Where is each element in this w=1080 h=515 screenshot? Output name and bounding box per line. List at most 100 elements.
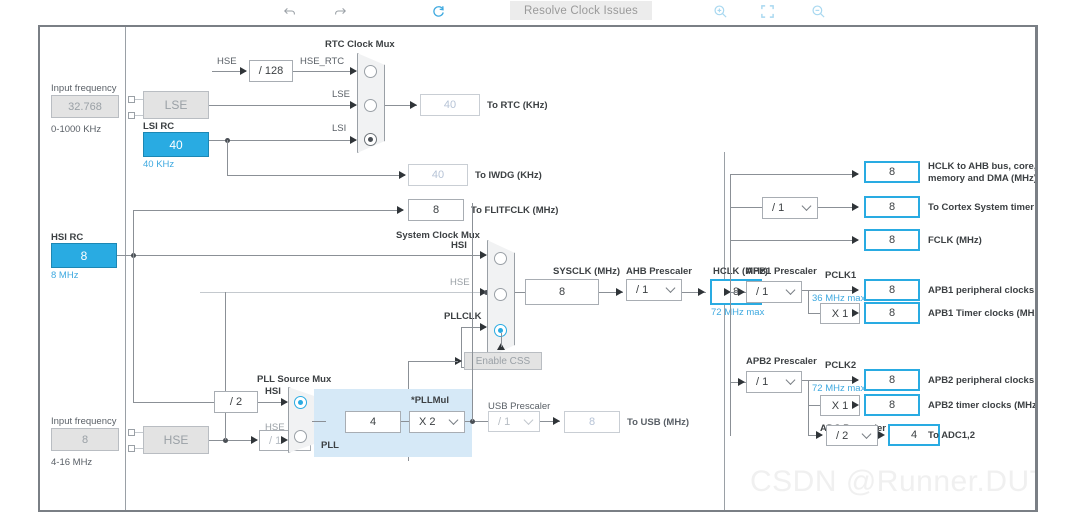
to-usb-value: 8	[564, 411, 620, 433]
hse-rtc-divider: / 128	[249, 60, 293, 82]
rtc-clock-mux-title: RTC Clock Mux	[325, 39, 395, 50]
apb2-prescaler-select[interactable]: / 1	[746, 371, 802, 393]
adc-prescaler-select[interactable]: / 2	[826, 425, 878, 446]
chevron-down-icon	[801, 201, 812, 211]
apb2-prescaler-title: APB2 Prescaler	[746, 356, 817, 367]
pllmul-select[interactable]: X 2	[409, 411, 465, 433]
divider-right	[724, 152, 725, 510]
sysclk-value: 8	[525, 279, 599, 305]
pllmul-title: *PLLMul	[411, 395, 449, 406]
pll-mux-hsi-label: HSI	[265, 386, 281, 397]
apb2-timer-clocks-label: APB2 timer clocks (MHz)	[928, 400, 1038, 411]
lsi-rc-sub: 40 KHz	[143, 159, 175, 170]
pll-mux-hse-label: HSE	[265, 422, 285, 433]
adc-prescaler-value: / 2	[836, 429, 849, 442]
lse-input-frequency-label: Input frequency	[51, 83, 117, 94]
to-rtc-value: 40	[420, 94, 480, 116]
pll-source-mux[interactable]	[288, 387, 315, 453]
pll-source-mux-title: PLL Source Mux	[257, 374, 332, 385]
resolve-clock-issues-button[interactable]: Resolve Clock Issues	[510, 1, 652, 20]
hse-input-frequency-field[interactable]: 8	[51, 428, 119, 451]
pll-input-value: 4	[345, 411, 401, 433]
sys-mux-pllclk-label: PLLCLK	[444, 311, 482, 322]
apb1-prescaler-select[interactable]: / 1	[746, 281, 802, 303]
chevron-down-icon	[523, 414, 534, 425]
sys-mux-option-hsi[interactable]	[494, 252, 507, 265]
apb1-timer-clocks-label: APB1 Timer clocks (MHz)	[928, 308, 1038, 319]
rtc-mux-option-lsi[interactable]	[364, 133, 377, 146]
apb1-peripheral-clocks-label: APB1 peripheral clocks (MHz)	[928, 285, 1035, 296]
zoom-out-icon[interactable]	[808, 2, 828, 20]
lse-osc-pin-out	[128, 112, 135, 119]
to-flitfclk-value: 8	[408, 199, 464, 221]
pllmul-value: X 2	[419, 416, 436, 428]
apb1-timer-clocks-value: 8	[864, 302, 920, 324]
lse-osc-pin-in	[128, 96, 135, 103]
fit-to-screen-icon[interactable]	[757, 2, 777, 20]
hse-input-frequency-label: Input frequency	[51, 416, 117, 427]
cortex-timer-output-value: 8	[864, 196, 920, 218]
to-flitfclk-label: To FLITFCLK (MHz)	[471, 205, 559, 216]
toolbar: Resolve Clock Issues	[0, 0, 1080, 22]
hclk-ahb-output-label: HCLK to AHB bus, core, memory and DMA (M…	[928, 161, 1037, 184]
cortex-timer-prescaler-select[interactable]: / 1	[762, 197, 818, 219]
to-iwdg-value: 40	[408, 164, 468, 186]
fclk-output-label: FCLK (MHz)	[928, 235, 982, 246]
pclk1-label: PCLK1	[825, 270, 857, 281]
rtc-mux-lsi-label: LSI	[332, 123, 347, 134]
pll-mux-option-hse[interactable]	[294, 430, 307, 443]
fclk-output-value: 8	[864, 229, 920, 251]
hse-div-input-label: HSE	[217, 56, 237, 67]
rtc-mux-option-hse-rtc[interactable]	[364, 65, 377, 78]
hse-divider-value: / 1	[269, 434, 282, 447]
sys-mux-hsi-label: HSI	[451, 240, 467, 251]
pclk2-label: PCLK2	[825, 360, 857, 371]
pll-mux-option-hsi[interactable]	[294, 396, 307, 409]
usb-prescaler-select[interactable]: / 1	[488, 411, 540, 432]
usb-prescaler-value: / 1	[498, 415, 511, 428]
chevron-down-icon	[785, 375, 796, 385]
hsi-rc-title: HSI RC	[51, 232, 84, 243]
apb2-prescaler-value: / 1	[756, 376, 769, 388]
reset-icon[interactable]	[428, 2, 448, 20]
hse-osc-pin-out	[128, 445, 135, 452]
undo-icon[interactable]	[280, 2, 300, 20]
hsi-rc-sub: 8 MHz	[51, 270, 79, 281]
rtc-clock-mux[interactable]	[357, 53, 385, 153]
chevron-down-icon	[785, 285, 796, 295]
apb2-peripheral-clocks-value: 8	[864, 369, 920, 391]
divider-left	[125, 27, 126, 510]
clock-tree-canvas: CSDN @Runner.DUT Input frequency 32.768 …	[38, 25, 1038, 512]
sys-mux-hse-label: HSE	[450, 277, 470, 288]
cortex-timer-prescaler-value: / 1	[772, 202, 785, 214]
sys-mux-option-hse[interactable]	[494, 288, 507, 301]
pll-panel-label: PLL	[321, 440, 339, 451]
lsi-rc-value[interactable]: 40	[143, 132, 209, 157]
cortex-timer-output-label: To Cortex System timer (MHz)	[928, 202, 1035, 213]
hse-range-label: 4-16 MHz	[51, 457, 93, 468]
zoom-in-icon[interactable]	[710, 2, 730, 20]
ahb-prescaler-title: AHB Prescaler	[626, 266, 693, 277]
enable-css-button[interactable]: Enable CSS	[464, 352, 542, 370]
apb2-peripheral-clocks-label: APB2 peripheral clocks (MHz)	[928, 375, 1035, 386]
redo-icon[interactable]	[330, 2, 350, 20]
chevron-down-icon	[861, 428, 872, 439]
pll-hsi-divider: / 2	[214, 391, 258, 413]
chevron-down-icon	[665, 283, 676, 293]
hsi-rc-value[interactable]: 8	[51, 243, 117, 268]
clock-configuration-screen: Resolve Clock Issues CSDN @Runner.DUT In…	[0, 0, 1080, 515]
apb2-timer-clocks-value: 8	[864, 394, 920, 416]
ahb-prescaler-select[interactable]: / 1	[626, 279, 682, 301]
hse-block[interactable]: HSE	[143, 426, 209, 454]
apb1-prescaler-title: APB1 Prescaler	[746, 266, 817, 277]
ahb-prescaler-value: / 1	[636, 284, 649, 296]
lse-input-frequency-field[interactable]: 32.768	[51, 95, 119, 118]
to-usb-label: To USB (MHz)	[627, 417, 690, 428]
chevron-down-icon	[448, 415, 459, 425]
apb2-max-label: 72 MHz max	[812, 383, 866, 394]
rtc-mux-option-lse[interactable]	[364, 99, 377, 112]
sysclk-title: SYSCLK (MHz)	[553, 266, 621, 277]
to-rtc-label: To RTC (KHz)	[487, 100, 548, 111]
lse-range-label: 0-1000 KHz	[51, 124, 102, 135]
lse-block[interactable]: LSE	[143, 91, 209, 119]
